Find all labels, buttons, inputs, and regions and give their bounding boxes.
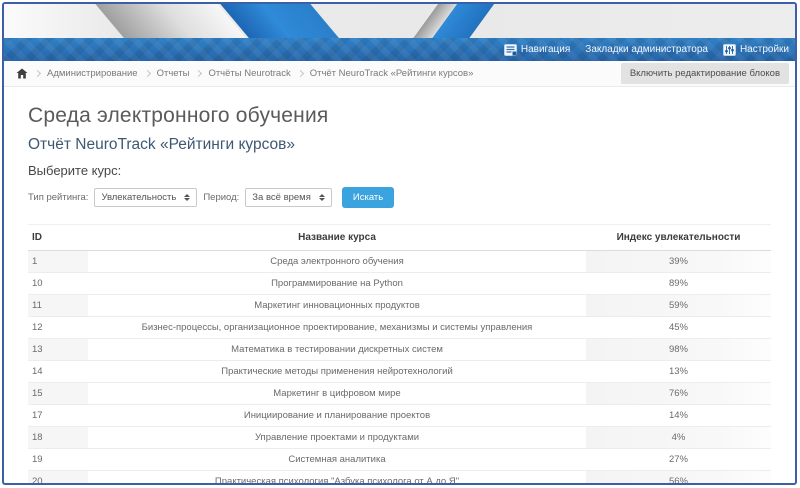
course-table-body: 1 Среда электронного обучения 39% 10 Про… — [28, 251, 771, 486]
table-row: 13 Математика в тестировании дискретных … — [28, 339, 771, 361]
course-name-cell[interactable]: Маркетинг в цифровом мире — [88, 383, 586, 405]
engagement-index-cell: 14% — [586, 405, 771, 427]
column-header-course-name: Название курса — [88, 225, 586, 251]
course-id-cell: 19 — [28, 449, 88, 471]
course-name-cell[interactable]: Программирование на Python — [88, 273, 586, 295]
table-row: 19 Системная аналитика 27% — [28, 449, 771, 471]
period-label: Период: — [203, 192, 239, 203]
course-id-cell: 1 — [28, 251, 88, 273]
table-row: 20 Практическая психология "Азбука психо… — [28, 471, 771, 486]
breadcrumb: Администрирование Отчеты Отчёты Neurotra… — [4, 61, 795, 87]
navbar-item-navigation[interactable]: Навигация — [504, 44, 570, 56]
table-row: 17 Инициирование и планирование проектов… — [28, 405, 771, 427]
engagement-index-cell: 4% — [586, 427, 771, 449]
site-title: Среда электронного обучения — [28, 104, 771, 128]
breadcrumb-separator — [34, 70, 41, 77]
course-id-cell: 18 — [28, 427, 88, 449]
table-row: 10 Программирование на Python 89% — [28, 273, 771, 295]
table-header-row: ID Название курса Индекс увлекательности — [28, 225, 771, 251]
filter-bar: Тип рейтинга: Увлекательность Период: За… — [28, 187, 771, 208]
column-header-engagement-index: Индекс увлекательности — [586, 225, 771, 251]
home-icon[interactable] — [16, 68, 28, 79]
engagement-index-cell: 56% — [586, 471, 771, 486]
breadcrumb-separator — [144, 70, 151, 77]
period-select[interactable]: За всё время — [245, 188, 332, 207]
engagement-index-cell: 13% — [586, 361, 771, 383]
engagement-index-cell: 59% — [586, 295, 771, 317]
rating-type-select[interactable]: Увлекательность — [94, 188, 197, 207]
table-row: 15 Маркетинг в цифровом мире 76% — [28, 383, 771, 405]
navbar-item-label: Настройки — [740, 44, 789, 55]
engagement-index-cell: 39% — [586, 251, 771, 273]
app-window: Навигация Закладки администратора Настро… — [2, 2, 797, 485]
banner-graphic — [4, 4, 795, 38]
course-name-cell[interactable]: Практические методы применения нейротехн… — [88, 361, 586, 383]
select-caret-icon — [319, 194, 325, 201]
breadcrumb-item-administration[interactable]: Администрирование — [47, 68, 138, 79]
main-content: Среда электронного обучения Отчёт NeuroT… — [4, 87, 795, 485]
select-caret-icon — [184, 194, 190, 201]
enable-block-editing-button[interactable]: Включить редактирование блоков — [621, 63, 789, 84]
breadcrumb-separator — [297, 70, 304, 77]
settings-icon — [723, 44, 736, 56]
breadcrumb-item-reports[interactable]: Отчеты — [157, 68, 190, 79]
course-id-cell: 10 — [28, 273, 88, 295]
course-id-cell: 20 — [28, 471, 88, 486]
engagement-index-cell: 76% — [586, 383, 771, 405]
course-id-cell: 14 — [28, 361, 88, 383]
rating-type-label: Тип рейтинга: — [28, 192, 88, 203]
table-row: 12 Бизнес-процессы, организационное прое… — [28, 317, 771, 339]
navbar-item-label: Закладки администратора — [585, 44, 708, 55]
course-name-cell[interactable]: Бизнес-процессы, организационное проекти… — [88, 317, 586, 339]
table-row: 18 Управление проектами и продуктами 4% — [28, 427, 771, 449]
table-row: 14 Практические методы применения нейрот… — [28, 361, 771, 383]
course-id-cell: 15 — [28, 383, 88, 405]
course-name-cell[interactable]: Инициирование и планирование проектов — [88, 405, 586, 427]
navigation-icon — [504, 44, 517, 56]
table-row: 1 Среда электронного обучения 39% — [28, 251, 771, 273]
course-name-cell[interactable]: Системная аналитика — [88, 449, 586, 471]
navbar-item-label: Навигация — [521, 44, 570, 55]
top-navbar: Навигация Закладки администратора Настро… — [4, 38, 795, 61]
navbar-item-admin-bookmarks[interactable]: Закладки администратора — [585, 44, 708, 55]
report-title: Отчёт NeuroTrack «Рейтинги курсов» — [28, 136, 771, 154]
course-id-cell: 12 — [28, 317, 88, 339]
course-id-cell: 13 — [28, 339, 88, 361]
course-name-cell[interactable]: Маркетинг инновационных продуктов — [88, 295, 586, 317]
search-button[interactable]: Искать — [342, 187, 394, 208]
course-rating-table: ID Название курса Индекс увлекательности… — [28, 224, 771, 485]
course-name-cell[interactable]: Практическая психология "Азбука психолог… — [88, 471, 586, 486]
course-id-cell: 17 — [28, 405, 88, 427]
course-name-cell[interactable]: Математика в тестировании дискретных сис… — [88, 339, 586, 361]
table-row: 11 Маркетинг инновационных продуктов 59% — [28, 295, 771, 317]
engagement-index-cell: 89% — [586, 273, 771, 295]
choose-course-prompt: Выберите курс: — [28, 163, 771, 178]
breadcrumb-item-current-report[interactable]: Отчёт NeuroTrack «Рейтинги курсов» — [310, 68, 474, 79]
rating-type-selected-value: Увлекательность — [101, 192, 176, 203]
engagement-index-cell: 27% — [586, 449, 771, 471]
engagement-index-cell: 98% — [586, 339, 771, 361]
course-name-cell[interactable]: Среда электронного обучения — [88, 251, 586, 273]
engagement-index-cell: 45% — [586, 317, 771, 339]
breadcrumb-separator — [195, 70, 202, 77]
column-header-id: ID — [28, 225, 88, 251]
course-id-cell: 11 — [28, 295, 88, 317]
breadcrumb-item-neurotrack-reports[interactable]: Отчёты Neurotrack — [208, 68, 290, 79]
period-selected-value: За всё время — [252, 192, 311, 203]
course-name-cell[interactable]: Управление проектами и продуктами — [88, 427, 586, 449]
navbar-item-settings[interactable]: Настройки — [723, 44, 789, 56]
